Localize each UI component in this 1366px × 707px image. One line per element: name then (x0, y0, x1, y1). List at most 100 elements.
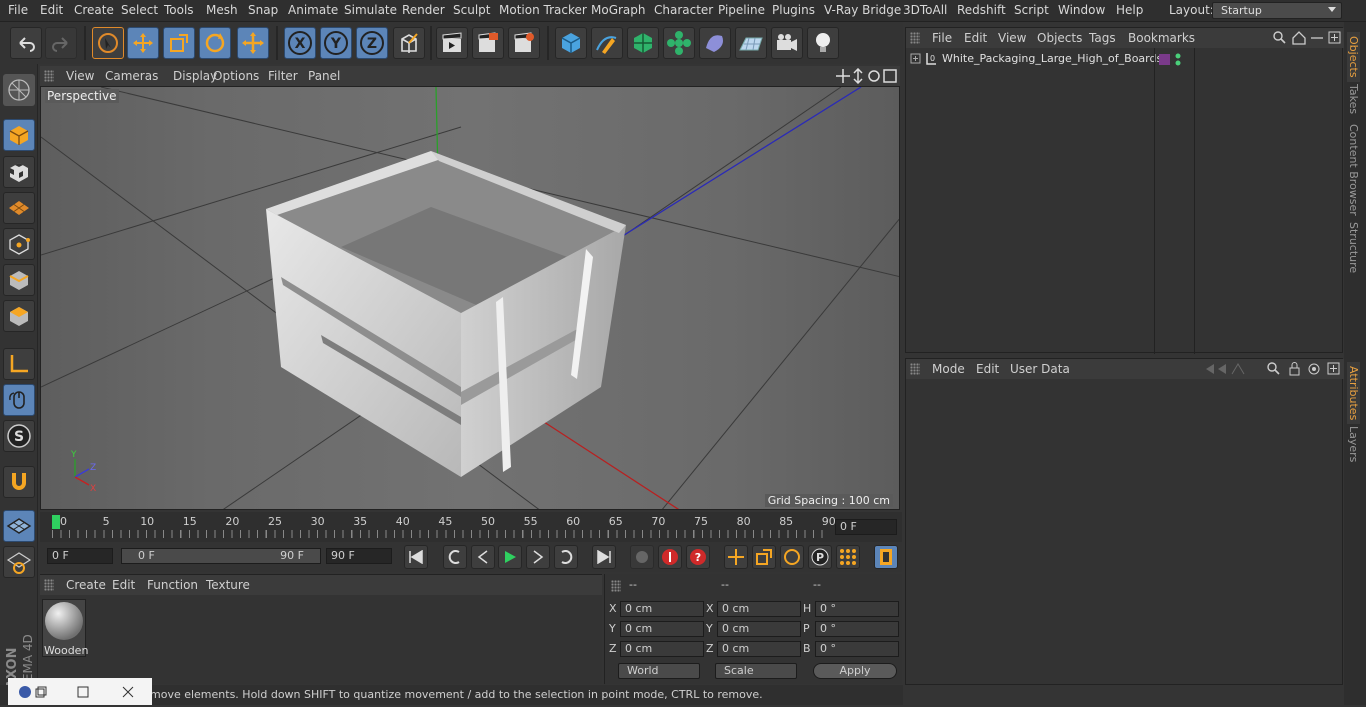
subdivision-button[interactable] (627, 27, 659, 59)
keyframe-selection-button[interactable]: ? (686, 545, 710, 569)
material-menu-texture[interactable]: Texture (206, 578, 250, 592)
quantize-button[interactable] (3, 510, 35, 542)
frame-range-slider[interactable]: 0 F 90 F (121, 548, 321, 564)
tab-objects[interactable]: Objects (1347, 32, 1360, 82)
menu-select[interactable]: Select (121, 3, 158, 17)
playhead[interactable] (52, 515, 60, 529)
axis-mode-button[interactable] (3, 348, 35, 380)
timeline-ruler[interactable]: 0 5 10 15 20 25 30 35 40 45 50 55 60 65 70 75 80 85 90 0 F (40, 512, 902, 542)
floor-button[interactable] (735, 27, 767, 59)
menu-help[interactable]: Help (1116, 3, 1143, 17)
menu-plugins[interactable]: Plugins (772, 3, 815, 17)
start-frame-field[interactable]: 0 F (47, 548, 113, 564)
world-select[interactable]: World (618, 663, 700, 679)
tab-content-browser[interactable]: Content Browser (1347, 124, 1360, 216)
attribute-manager-tools[interactable] (1202, 362, 1342, 376)
move-tool-button[interactable] (127, 27, 159, 59)
next-key-button[interactable] (554, 545, 578, 569)
menu-animate[interactable]: Animate (288, 3, 338, 17)
maximize-icon[interactable] (76, 685, 90, 699)
next-frame-button[interactable] (526, 545, 550, 569)
menu-simulate[interactable]: Simulate (344, 3, 397, 17)
autokey-button[interactable] (658, 545, 682, 569)
rot-b-field[interactable]: 0 ° (815, 641, 899, 657)
attribute-menu-edit[interactable]: Edit (976, 362, 999, 376)
object-row[interactable]: 0 White_Packaging_Large_High_of_Boards (906, 50, 1162, 68)
size-y-field[interactable]: 0 cm (717, 621, 801, 637)
light-button[interactable] (807, 27, 839, 59)
coordinate-system-button[interactable] (393, 27, 425, 59)
object-menu-file[interactable]: File (932, 31, 952, 45)
menu-pipeline[interactable]: Pipeline (718, 3, 765, 17)
scale-select[interactable]: Scale (715, 663, 797, 679)
size-z-field[interactable]: 0 cm (717, 641, 801, 657)
menu-tools[interactable]: Tools (164, 3, 194, 17)
attribute-menu-user-data[interactable]: User Data (1010, 362, 1070, 376)
object-menu-bookmarks[interactable]: Bookmarks (1128, 31, 1195, 45)
menu-file[interactable]: File (8, 3, 28, 17)
tab-takes[interactable]: Takes (1347, 84, 1360, 114)
viewport-nav-icons[interactable] (836, 68, 898, 84)
deformer-button[interactable] (699, 27, 731, 59)
viewport-menu-panel[interactable]: Panel (308, 69, 340, 83)
layout-dropdown[interactable]: Startup (1212, 2, 1342, 19)
expand-icon[interactable] (910, 53, 922, 65)
key-scale-button[interactable] (752, 545, 776, 569)
menu-edit[interactable]: Edit (40, 3, 63, 17)
pos-z-field[interactable]: 0 cm (620, 641, 704, 657)
make-editable-button[interactable] (3, 74, 35, 106)
menu-3dtoall[interactable]: 3DToAll (903, 3, 947, 17)
layer-color-tag[interactable] (1159, 54, 1170, 65)
menu-vray-bridge[interactable]: V-Ray Bridge (824, 3, 901, 17)
render-picture-viewer-button[interactable] (472, 27, 504, 59)
cube-primitive-button[interactable] (555, 27, 587, 59)
restore-icon[interactable] (34, 685, 48, 699)
rotate-tool-button[interactable] (199, 27, 231, 59)
visibility-dots-icon[interactable] (1174, 52, 1182, 68)
timeline-window-button[interactable] (874, 545, 898, 569)
go-to-end-button[interactable] (592, 545, 616, 569)
menu-motion-tracker[interactable]: Motion Tracker (499, 3, 587, 17)
tab-attributes[interactable]: Attributes (1347, 362, 1360, 425)
model-mode-button[interactable] (3, 119, 35, 151)
key-rotation-button[interactable] (780, 545, 804, 569)
menu-render[interactable]: Render (402, 3, 445, 17)
object-menu-view[interactable]: View (998, 31, 1026, 45)
rot-h-field[interactable]: 0 ° (815, 601, 899, 617)
menu-create[interactable]: Create (74, 3, 114, 17)
previous-key-button[interactable] (443, 545, 467, 569)
menu-redshift[interactable]: Redshift (957, 3, 1006, 17)
x-axis-lock-button[interactable]: X (284, 27, 316, 59)
viewport-menu-display[interactable]: Display (173, 69, 217, 83)
y-axis-lock-button[interactable]: Y (320, 27, 352, 59)
object-menu-edit[interactable]: Edit (964, 31, 987, 45)
material-swatch[interactable]: Wooden (42, 599, 88, 657)
camera-button[interactable] (771, 27, 803, 59)
pos-y-field[interactable]: 0 cm (620, 621, 704, 637)
current-frame-field[interactable]: 0 F (835, 519, 897, 535)
scale-tool-button[interactable] (163, 27, 195, 59)
tweak-mode-button[interactable] (3, 384, 35, 416)
menu-sculpt[interactable]: Sculpt (453, 3, 490, 17)
3d-viewport[interactable]: Y Z X Perspective Grid Spacing : 100 cm (40, 86, 900, 510)
close-icon[interactable] (121, 685, 135, 699)
rot-p-field[interactable]: 0 ° (815, 621, 899, 637)
edges-mode-button[interactable] (3, 264, 35, 296)
size-x-field[interactable]: 0 cm (717, 601, 801, 617)
viewport-menu-options[interactable]: Options (213, 69, 259, 83)
tab-structure[interactable]: Structure (1347, 222, 1360, 273)
object-menu-tags[interactable]: Tags (1089, 31, 1116, 45)
undo-button[interactable] (10, 27, 42, 59)
menu-script[interactable]: Script (1014, 3, 1049, 17)
live-selection-button[interactable] (92, 27, 124, 59)
object-menu-objects[interactable]: Objects (1037, 31, 1082, 45)
attribute-menu-mode[interactable]: Mode (932, 362, 965, 376)
cloner-button[interactable] (663, 27, 695, 59)
polygons-mode-button[interactable] (3, 300, 35, 332)
key-pla-button[interactable] (836, 545, 860, 569)
apply-button[interactable]: Apply (813, 663, 897, 679)
menu-window[interactable]: Window (1058, 3, 1105, 17)
go-to-start-button[interactable] (404, 545, 428, 569)
menu-mesh[interactable]: Mesh (206, 3, 238, 17)
viewport-menu-filter[interactable]: Filter (268, 69, 298, 83)
